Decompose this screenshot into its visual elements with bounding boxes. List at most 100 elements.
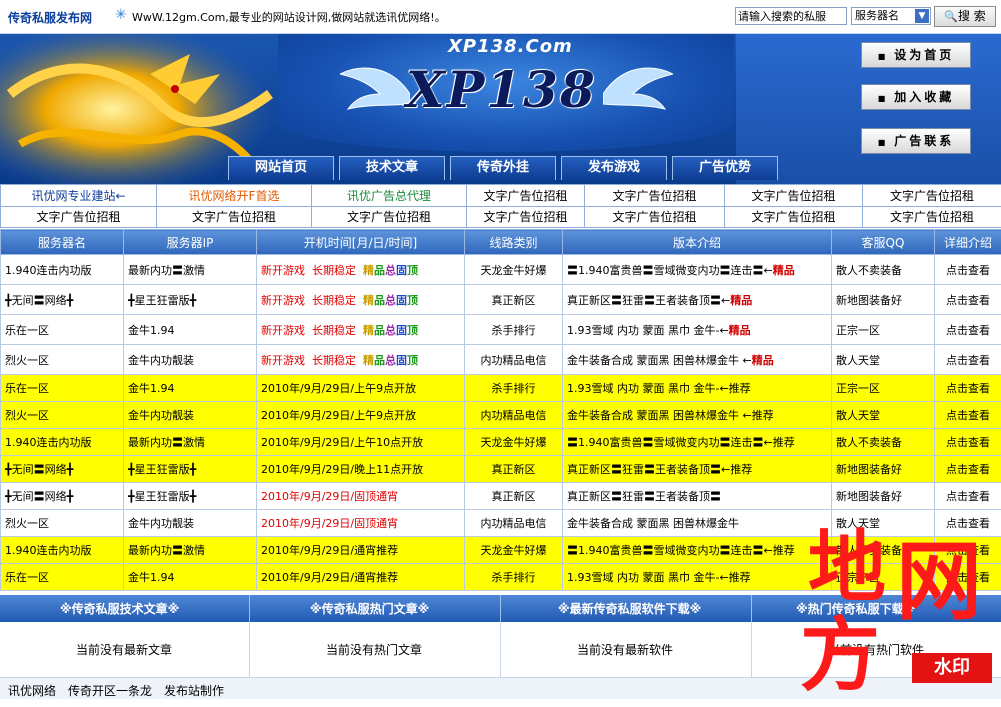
cell-text: 真正新区 — [492, 490, 536, 503]
line-type-cell: 真正新区 — [465, 285, 563, 315]
server-name-cell[interactable]: 烈火一区 — [1, 510, 124, 537]
server-name-cell[interactable]: ╋无间〓网络╋ — [1, 285, 124, 315]
tab-tech-articles[interactable]: 技术文章 — [339, 156, 445, 180]
detail-link[interactable]: 点击查看 — [935, 285, 1001, 315]
open-time-cell: 2010年/9月/29日/上午9点开放 — [257, 375, 465, 402]
ad-link[interactable]: 文字广告位招租 — [585, 185, 725, 207]
server-ip-cell: 最新内功〓激情 — [124, 255, 257, 285]
ad-link[interactable]: 讯优网专业建站← — [1, 185, 157, 207]
ad-link[interactable]: 文字广告位招租 — [312, 206, 467, 228]
table-row: 乐在一区金牛1.94新开游戏 长期稳定 精品总固顶杀手排行1.93雪域 内功 蒙… — [1, 315, 1001, 345]
open-time-cell: 2010年/9月/29日/固顶通宵 — [257, 510, 465, 537]
search-icon: 🔍 — [944, 10, 958, 23]
ad-link[interactable]: 文字广告位招租 — [157, 206, 312, 228]
cell-text: 乐在一区 — [5, 382, 49, 395]
tab-home[interactable]: 网站首页 — [228, 156, 334, 180]
cell-text: 精 — [363, 264, 374, 277]
server-name-cell[interactable]: ╋无间〓网络╋ — [1, 483, 124, 510]
server-name-cell[interactable]: 1.940连击内功版 — [1, 255, 124, 285]
qq-cell: 散人不卖装备 — [832, 255, 935, 285]
server-select[interactable]: 服务器名 ▼ — [851, 7, 931, 25]
cell-text: 最新内功〓激情 — [128, 264, 205, 277]
ad-link[interactable]: 文字广告位招租 — [725, 206, 863, 228]
ad-link[interactable]: 文字广告位招租 — [467, 185, 585, 207]
server-name-cell[interactable]: 1.940连击内功版 — [1, 429, 124, 456]
open-time-cell: 2010年/9月/29日/固顶通宵 — [257, 483, 465, 510]
tab-ad-advantages[interactable]: 广告优势 — [672, 156, 778, 180]
open-time-cell: 新开游戏 长期稳定 精品总固顶 — [257, 345, 465, 375]
version-cell: 金牛装备合成 蒙面黑 困兽林爆金牛 ←推荐 — [563, 402, 832, 429]
server-name-cell[interactable]: 1.940连击内功版 — [1, 537, 124, 564]
ad-link[interactable]: 讯优网络开F首选 — [157, 185, 312, 207]
ad-link[interactable]: 文字广告位招租 — [467, 206, 585, 228]
detail-link[interactable]: 点击查看 — [935, 375, 1001, 402]
cell-text: 精品 — [729, 324, 751, 337]
footer-link[interactable]: 传奇开区一条龙 — [68, 682, 152, 699]
footer-link[interactable]: 讯优网络 — [8, 682, 56, 699]
cell-text: 〓1.940富贵兽〓雪域微变内功〓连击〓← — [567, 264, 773, 277]
server-name-cell[interactable]: 乐在一区 — [1, 315, 124, 345]
announcement-marquee: WwW.12gm.Com,最专业的网站设计网,做网站就选讯优网络!。 — [132, 9, 446, 25]
ad-link[interactable]: 文字广告位招租 — [585, 206, 725, 228]
cell-text: ╋星王狂雷版╋ — [128, 490, 196, 503]
cell-text: 点击查看 — [946, 409, 990, 422]
version-cell: 〓1.940富贵兽〓雪域微变内功〓连击〓←推荐 — [563, 537, 832, 564]
qq-cell: 新地图装备好 — [832, 285, 935, 315]
bullet-icon: ■ — [878, 94, 889, 103]
version-cell: 金牛装备合成 蒙面黑 困兽林爆金牛 ←精品 — [563, 345, 832, 375]
detail-link[interactable]: 点击查看 — [935, 402, 1001, 429]
open-time-cell: 新开游戏 长期稳定 精品总固顶 — [257, 255, 465, 285]
cell-text: 新地图装备好 — [836, 490, 902, 503]
ad-contact-button[interactable]: ■广告联系 — [861, 128, 971, 154]
cell-text: 固 — [396, 354, 407, 367]
table-row: 烈火一区金牛内功靓装新开游戏 长期稳定 精品总固顶内功精品电信金牛装备合成 蒙面… — [1, 345, 1001, 375]
set-homepage-button[interactable]: ■设为首页 — [861, 42, 971, 68]
tab-publish-game[interactable]: 发布游戏 — [561, 156, 667, 180]
server-name-cell[interactable]: 乐在一区 — [1, 564, 124, 591]
section-title[interactable]: ※传奇私服技术文章※ — [60, 600, 179, 617]
server-name-cell[interactable]: ╋无间〓网络╋ — [1, 456, 124, 483]
bullet-icon: ■ — [878, 52, 889, 61]
cell-text: 点击查看 — [946, 294, 990, 307]
open-time-cell: 新开游戏 长期稳定 精品总固顶 — [257, 315, 465, 345]
search-button[interactable]: 🔍搜 索 — [934, 6, 996, 27]
line-type-cell: 天龙金牛好爆 — [465, 255, 563, 285]
server-name-cell[interactable]: 烈火一区 — [1, 402, 124, 429]
cell-text: 点击查看 — [946, 490, 990, 503]
column-header: 版本介绍 — [563, 230, 832, 255]
line-type-cell: 内功精品电信 — [465, 510, 563, 537]
cell-text: 精 — [363, 294, 374, 307]
ad-link[interactable]: 文字广告位招租 — [863, 185, 1001, 207]
cell-text: 点击查看 — [946, 264, 990, 277]
add-favorite-label: 加入收藏 — [894, 90, 954, 104]
server-name-cell[interactable]: 乐在一区 — [1, 375, 124, 402]
ad-row: 讯优网专业建站← 讯优网络开F首选 讯优广告总代理 文字广告位招租 文字广告位招… — [1, 185, 1001, 207]
tab-plugins[interactable]: 传奇外挂 — [450, 156, 556, 180]
section-title[interactable]: ※最新传奇私服软件下载※ — [558, 600, 701, 617]
cell-text: 金牛装备合成 蒙面黑 困兽林爆金牛 ←推荐 — [567, 409, 774, 422]
line-type-cell: 真正新区 — [465, 483, 563, 510]
watermark-stamp: 水印 — [912, 653, 992, 683]
ad-link[interactable]: 文字广告位招租 — [1, 206, 157, 228]
ad-link[interactable]: 文字广告位招租 — [725, 185, 863, 207]
site-name-link[interactable]: 传奇私服发布网 — [8, 9, 92, 26]
ad-link[interactable]: 文字广告位招租 — [863, 206, 1001, 228]
footer-link[interactable]: 发布站制作 — [164, 682, 224, 699]
detail-link[interactable]: 点击查看 — [935, 345, 1001, 375]
cell-text: 真正新区 — [492, 463, 536, 476]
detail-link[interactable]: 点击查看 — [935, 456, 1001, 483]
detail-link[interactable]: 点击查看 — [935, 429, 1001, 456]
detail-link[interactable]: 点击查看 — [935, 255, 1001, 285]
section-title[interactable]: ※传奇私服热门文章※ — [310, 600, 429, 617]
column-header: 线路类别 — [465, 230, 563, 255]
cell-text: 金牛1.94 — [128, 571, 175, 584]
empty-message: 当前没有热门文章 — [326, 641, 422, 658]
ad-link[interactable]: 讯优广告总代理 — [312, 185, 467, 207]
detail-link[interactable]: 点击查看 — [935, 315, 1001, 345]
cell-text: 长期稳定 — [312, 294, 356, 307]
add-favorite-button[interactable]: ■ 加入收藏 — [861, 84, 971, 110]
table-row: 1.940连击内功版最新内功〓激情2010年/9月/29日/上午10点开放天龙金… — [1, 429, 1001, 456]
cell-text: 最新内功〓激情 — [128, 544, 205, 557]
search-input[interactable] — [735, 7, 847, 25]
server-name-cell[interactable]: 烈火一区 — [1, 345, 124, 375]
